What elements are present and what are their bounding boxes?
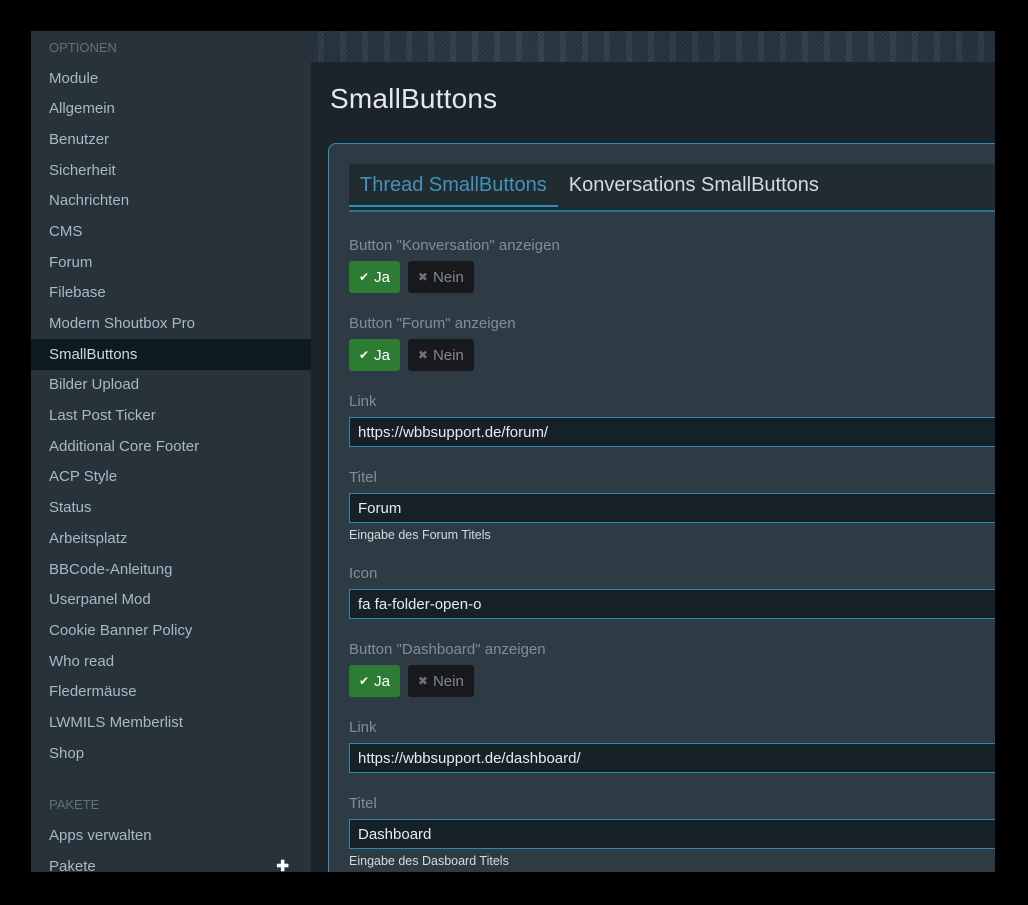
options-panel: Thread SmallButtons Konversations SmallB…: [328, 143, 995, 872]
yes-button[interactable]: ✔ Ja: [349, 261, 400, 293]
sidebar-item-last-post-ticker[interactable]: Last Post Ticker: [31, 400, 311, 431]
field-label: Titel: [349, 468, 995, 488]
cross-icon: ✖: [418, 348, 428, 362]
form-group-text: Link: [349, 718, 995, 773]
form-group-text: Titel Eingabe des Forum Titels: [349, 468, 995, 543]
sidebar-item-bbcode-anleitung[interactable]: BBCode-Anleitung: [31, 554, 311, 585]
sidebar-item-allgemein[interactable]: Allgemein: [31, 93, 311, 124]
form-group-text: Link: [349, 392, 995, 447]
sidebar-item-forum[interactable]: Forum: [31, 247, 311, 278]
check-icon: ✔: [359, 674, 369, 688]
sidebar-list-pakete: Apps verwalten Pakete ✚: [31, 820, 311, 872]
form-group-boolean: Button "Dashboard" anzeigen ✔ Ja ✖ Nein: [349, 640, 995, 697]
field-label: Icon: [349, 564, 995, 584]
sidebar-item-additional-core-footer[interactable]: Additional Core Footer: [31, 431, 311, 462]
field-label: Link: [349, 392, 995, 412]
main-content: SmallButtons Thread SmallButtons Konvers…: [311, 31, 995, 872]
sidebar-item-filebase[interactable]: Filebase: [31, 278, 311, 309]
sidebar-section-header-pakete: PAKETE: [31, 790, 311, 821]
form-group-text: Icon: [349, 564, 995, 619]
cross-icon: ✖: [418, 674, 428, 688]
field-label: Button "Konversation" anzeigen: [349, 236, 995, 256]
tab-thread-smallbuttons[interactable]: Thread SmallButtons: [349, 164, 558, 207]
field-helper-text: Eingabe des Forum Titels: [349, 528, 995, 543]
sidebar-item-fledermäuse[interactable]: Fledermäuse: [31, 676, 311, 707]
header-banner-texture: [311, 31, 995, 62]
cross-icon: ✖: [418, 270, 428, 284]
text-input[interactable]: [349, 493, 995, 523]
field-label: Titel: [349, 794, 995, 814]
text-input[interactable]: [349, 589, 995, 619]
plus-icon[interactable]: ✚: [276, 859, 289, 872]
yes-button[interactable]: ✔ Ja: [349, 665, 400, 697]
sidebar-item-status[interactable]: Status: [31, 492, 311, 523]
tab-konversations-smallbuttons[interactable]: Konversations SmallButtons: [558, 164, 830, 207]
text-input[interactable]: [349, 819, 995, 849]
sidebar-item-benutzer[interactable]: Benutzer: [31, 124, 311, 155]
sidebar: OPTIONEN Module Allgemein Benutzer Siche…: [31, 31, 311, 872]
no-button[interactable]: ✖ Nein: [408, 665, 474, 697]
text-input[interactable]: [349, 417, 995, 447]
form-group-boolean: Button "Forum" anzeigen ✔ Ja ✖ Nein: [349, 314, 995, 371]
field-label: Link: [349, 718, 995, 738]
sidebar-item-sicherheit[interactable]: Sicherheit: [31, 155, 311, 186]
sidebar-item-pakete[interactable]: Pakete ✚: [31, 851, 311, 872]
sidebar-item-shop[interactable]: Shop: [31, 738, 311, 769]
text-input[interactable]: [349, 743, 995, 773]
field-label: Button "Dashboard" anzeigen: [349, 640, 995, 660]
sidebar-item-cms[interactable]: CMS: [31, 216, 311, 247]
no-button[interactable]: ✖ Nein: [408, 261, 474, 293]
no-button[interactable]: ✖ Nein: [408, 339, 474, 371]
sidebar-item-bilder-upload[interactable]: Bilder Upload: [31, 370, 311, 401]
sidebar-list-optionen: Module Allgemein Benutzer Sicherheit Nac…: [31, 63, 311, 769]
yes-button[interactable]: ✔ Ja: [349, 339, 400, 371]
field-helper-text: Eingabe des Dasboard Titels: [349, 854, 995, 869]
form-group-text: Titel Eingabe des Dasboard Titels: [349, 794, 995, 869]
sidebar-item-userpanel-mod[interactable]: Userpanel Mod: [31, 584, 311, 615]
acp-window: OPTIONEN Module Allgemein Benutzer Siche…: [31, 31, 995, 872]
sidebar-item-arbeitsplatz[interactable]: Arbeitsplatz: [31, 523, 311, 554]
page-title: SmallButtons: [330, 82, 995, 116]
field-label: Button "Forum" anzeigen: [349, 314, 995, 334]
sidebar-item-nachrichten[interactable]: Nachrichten: [31, 185, 311, 216]
screenshot-frame: OPTIONEN Module Allgemein Benutzer Siche…: [0, 0, 1028, 905]
sidebar-item-cookie-banner-policy[interactable]: Cookie Banner Policy: [31, 615, 311, 646]
sidebar-item-module[interactable]: Module: [31, 63, 311, 94]
check-icon: ✔: [359, 270, 369, 284]
form-group-boolean: Button "Konversation" anzeigen ✔ Ja ✖ Ne…: [349, 236, 995, 293]
sidebar-item-smallbuttons[interactable]: SmallButtons: [31, 339, 311, 370]
options-form: Button "Konversation" anzeigen ✔ Ja ✖ Ne…: [349, 236, 995, 869]
tab-menu: Thread SmallButtons Konversations SmallB…: [349, 164, 995, 212]
sidebar-section-header-optionen: OPTIONEN: [31, 32, 311, 63]
check-icon: ✔: [359, 348, 369, 362]
sidebar-item-who-read[interactable]: Who read: [31, 646, 311, 677]
sidebar-item-modern-shoutbox-pro[interactable]: Modern Shoutbox Pro: [31, 308, 311, 339]
sidebar-item-acp-style[interactable]: ACP Style: [31, 462, 311, 493]
sidebar-item-lwmils-memberlist[interactable]: LWMILS Memberlist: [31, 707, 311, 738]
sidebar-item-apps-verwalten[interactable]: Apps verwalten: [31, 820, 311, 851]
